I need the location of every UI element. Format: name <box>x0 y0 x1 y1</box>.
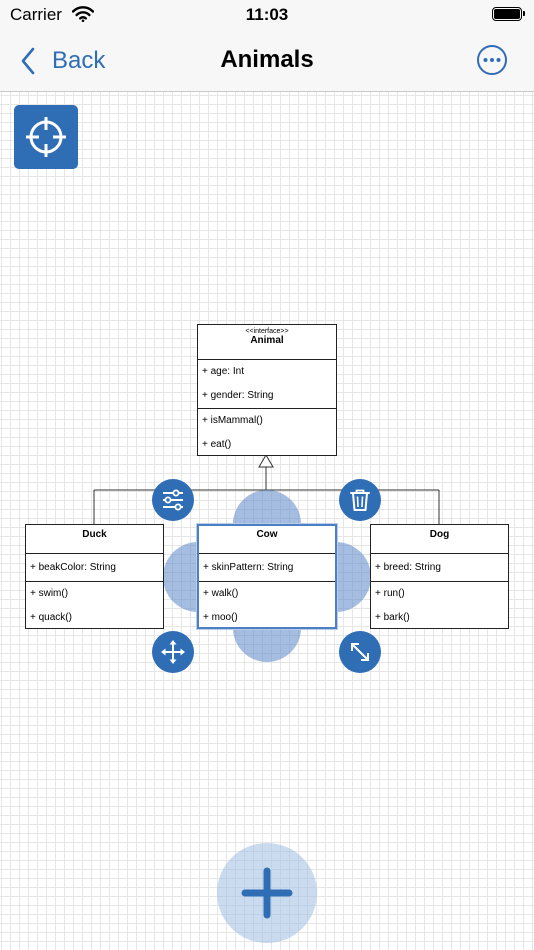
resize-button[interactable] <box>339 631 381 673</box>
methods-section: + isMammal() + eat() <box>198 409 336 455</box>
method-row: + isMammal() <box>202 415 263 426</box>
class-name: Duck <box>82 529 107 540</box>
inheritance-connectors <box>93 454 440 524</box>
add-class-button[interactable] <box>217 843 317 943</box>
class-header: Dog <box>371 525 508 554</box>
attribute-row: + skinPattern: String <box>203 562 294 573</box>
class-name: Cow <box>256 529 278 540</box>
methods-section: + walk() + moo() <box>199 582 335 627</box>
class-cow[interactable]: Cow + skinPattern: String + walk() + moo… <box>197 524 337 629</box>
class-duck[interactable]: Duck + beakColor: String + swim() + quac… <box>25 524 164 629</box>
attributes-section: + breed: String <box>371 554 508 582</box>
plus-icon <box>241 867 293 919</box>
sliders-icon <box>163 489 183 511</box>
method-row: + run() <box>375 588 405 599</box>
attribute-row: + age: Int <box>202 366 244 377</box>
method-row: + bark() <box>375 612 410 623</box>
methods-section: + run() + bark() <box>371 582 508 628</box>
resize-diagonal-icon <box>351 643 369 661</box>
trash-icon <box>350 489 370 511</box>
class-header: Duck <box>26 525 163 554</box>
method-row: + swim() <box>30 588 69 599</box>
attribute-row: + beakColor: String <box>30 562 116 573</box>
method-row: + moo() <box>203 612 238 623</box>
attributes-section: + skinPattern: String <box>199 554 335 582</box>
class-name: Dog <box>429 529 450 540</box>
class-animal[interactable]: <<interface>> Animal + age: Int + gender… <box>197 324 337 456</box>
method-row: + walk() <box>203 588 239 599</box>
method-row: + eat() <box>202 439 232 450</box>
method-row: + quack() <box>30 612 72 623</box>
class-name: Animal <box>250 335 284 346</box>
edit-properties-button[interactable] <box>152 479 194 521</box>
attribute-row: + gender: String <box>202 390 274 401</box>
class-stereotype: <<interface>> <box>245 328 289 335</box>
attributes-section: + beakColor: String <box>26 554 163 582</box>
move-button[interactable] <box>152 631 194 673</box>
delete-button[interactable] <box>339 479 381 521</box>
move-arrows-icon <box>161 640 185 664</box>
attribute-row: + breed: String <box>375 562 441 573</box>
class-dog[interactable]: Dog + breed: String + run() + bark() <box>370 524 509 629</box>
attributes-section: + age: Int + gender: String <box>198 360 336 409</box>
methods-section: + swim() + quack() <box>26 582 163 628</box>
class-header: Cow <box>199 526 335 554</box>
class-header: <<interface>> Animal <box>198 325 336 360</box>
